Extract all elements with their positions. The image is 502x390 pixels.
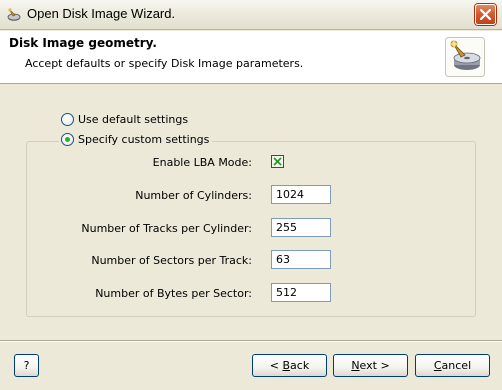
sectors-input[interactable]: 63 [271,250,331,269]
cylinders-input[interactable]: 1024 [271,185,331,204]
back-prefix: < [269,359,283,372]
cancel-mnemonic: C [433,359,442,372]
sectors-label: Number of Sectors per Track: [91,254,252,267]
back-button[interactable]: < Back [252,354,327,377]
tracks-label: Number of Tracks per Cylinder: [81,222,252,235]
wizard-app-icon [7,8,21,21]
custom-radio-label: Specify custom settings [78,133,210,146]
use-default-option[interactable]: Use default settings [61,113,188,126]
cancel-button[interactable]: Cancel [415,354,490,377]
wizard-header: Disk Image geometry. Accept defaults or … [0,31,502,84]
cancel-rest: ancel [441,359,472,372]
close-button[interactable] [475,4,496,25]
back-rest: ack [290,359,310,372]
help-button[interactable]: ? [14,354,39,377]
disk-wizard-icon [445,37,485,77]
default-radio-label: Use default settings [78,113,189,126]
cylinders-label: Number of Cylinders: [135,189,252,202]
lba-mode-label: Enable LBA Mode: [152,156,252,169]
close-icon [480,9,491,20]
next-mnemonic: N [351,359,360,372]
window-title: Open Disk Image Wizard. [27,6,176,21]
back-mnemonic: B [282,359,291,372]
title-bar[interactable]: Open Disk Image Wizard. [0,0,502,30]
custom-radio[interactable] [61,133,74,146]
bytes-label: Number of Bytes per Sector: [95,287,252,300]
specify-custom-option[interactable]: Specify custom settings [59,133,213,146]
lba-mode-checkbox[interactable] [271,155,284,168]
footer-divider [0,340,502,342]
checkmark-icon [273,157,282,166]
next-button[interactable]: Next > [333,354,408,377]
next-rest: ext > [359,359,390,372]
default-radio[interactable] [61,113,74,126]
page-subtitle: Accept defaults or specify Disk Image pa… [25,57,304,70]
page-title: Disk Image geometry. [9,36,157,50]
bytes-input[interactable]: 512 [271,283,331,302]
tracks-input[interactable]: 255 [271,218,331,237]
